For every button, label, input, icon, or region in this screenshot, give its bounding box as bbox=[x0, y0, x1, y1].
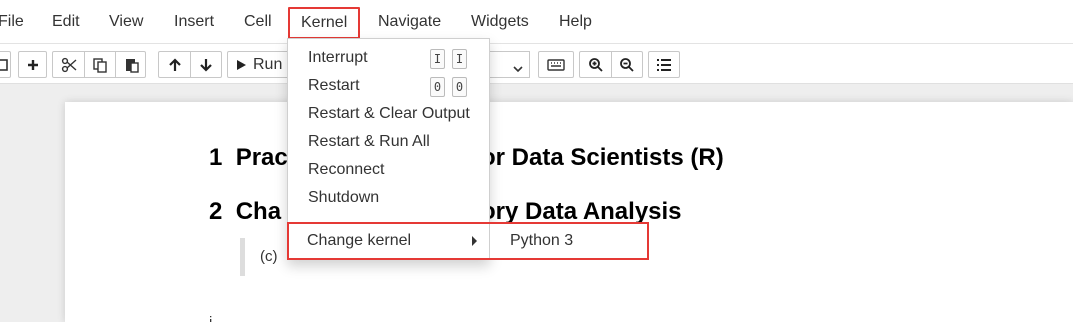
zoom-button-group bbox=[579, 51, 643, 78]
heading-2-number: 2 bbox=[209, 198, 223, 225]
edit-button-group bbox=[52, 51, 146, 78]
menu-file[interactable]: File bbox=[0, 9, 24, 35]
cut-icon[interactable] bbox=[61, 57, 77, 73]
toolbar: Run bbox=[0, 44, 1073, 84]
move-button-group bbox=[158, 51, 222, 78]
menu-item-restart[interactable]: Restart 0 0 bbox=[288, 72, 489, 100]
menu-item-interrupt[interactable]: Interrupt I I bbox=[288, 44, 489, 72]
toc-button[interactable] bbox=[648, 51, 680, 78]
move-down-icon[interactable] bbox=[198, 57, 214, 73]
kernel-submenu: Python 3 bbox=[489, 224, 647, 258]
shortcut-key: I bbox=[452, 49, 467, 69]
save-icon bbox=[0, 58, 8, 71]
add-icon bbox=[27, 59, 39, 71]
menu-help[interactable]: Help bbox=[559, 9, 592, 35]
cell-text: i bbox=[209, 314, 212, 322]
menu-widgets[interactable]: Widgets bbox=[471, 9, 529, 35]
menu-item-change-kernel[interactable]: Change kernel bbox=[307, 230, 411, 252]
menubar: File Edit View Insert Cell Kernel Naviga… bbox=[0, 0, 1073, 44]
submenu-arrow-icon bbox=[472, 236, 477, 246]
menu-kernel[interactable]: Kernel bbox=[288, 7, 361, 39]
paste-icon[interactable] bbox=[124, 57, 140, 73]
menu-insert[interactable]: Insert bbox=[174, 9, 214, 35]
run-label: Run bbox=[253, 55, 283, 73]
menu-cell[interactable]: Cell bbox=[244, 9, 272, 35]
cell-type-select[interactable] bbox=[486, 51, 530, 78]
chevron-down-icon bbox=[513, 60, 523, 78]
save-button[interactable] bbox=[0, 51, 11, 78]
list-icon bbox=[656, 58, 672, 72]
heading-2: 2 Cha ory Data Analysis bbox=[209, 198, 682, 226]
blockquote-text: (c) bbox=[260, 248, 278, 265]
menu-item-label: Restart bbox=[308, 77, 360, 94]
menu-item-restart-run-all[interactable]: Restart & Run All bbox=[288, 128, 489, 156]
shortcut-key: 0 bbox=[452, 77, 467, 97]
command-palette-button[interactable] bbox=[538, 51, 574, 78]
heading-2-text: Cha bbox=[235, 198, 282, 225]
menu-item-shutdown[interactable]: Shutdown bbox=[288, 184, 489, 212]
zoom-in-icon[interactable] bbox=[588, 57, 604, 73]
copy-icon[interactable] bbox=[92, 57, 108, 73]
menu-item-reconnect[interactable]: Reconnect bbox=[288, 156, 489, 184]
submenu-item-python3[interactable]: Python 3 bbox=[510, 230, 573, 252]
play-icon bbox=[236, 59, 247, 71]
shortcut-key: I bbox=[430, 49, 445, 69]
heading-1-tail: or Data Scientists (R) bbox=[481, 144, 724, 171]
heading-1: 1 Prac or Data Scientists (R) bbox=[209, 144, 724, 172]
zoom-out-icon[interactable] bbox=[619, 57, 635, 73]
move-up-icon[interactable] bbox=[167, 57, 183, 73]
notebook-container: 1 Prac or Data Scientists (R) 2 Cha ory Da… bbox=[65, 102, 1073, 322]
insert-cell-button[interactable] bbox=[18, 51, 47, 78]
menu-navigate[interactable]: Navigate bbox=[378, 9, 441, 35]
keyboard-icon bbox=[547, 58, 565, 71]
menu-edit[interactable]: Edit bbox=[52, 9, 80, 35]
heading-1-number: 1 bbox=[209, 144, 223, 171]
menu-item-label: Interrupt bbox=[308, 49, 368, 66]
menu-view[interactable]: View bbox=[109, 9, 143, 35]
heading-1-text: Prac bbox=[235, 144, 288, 171]
run-button[interactable]: Run bbox=[227, 51, 291, 78]
menu-item-restart-clear[interactable]: Restart & Clear Output bbox=[288, 100, 489, 128]
shortcut-key: 0 bbox=[430, 77, 445, 97]
